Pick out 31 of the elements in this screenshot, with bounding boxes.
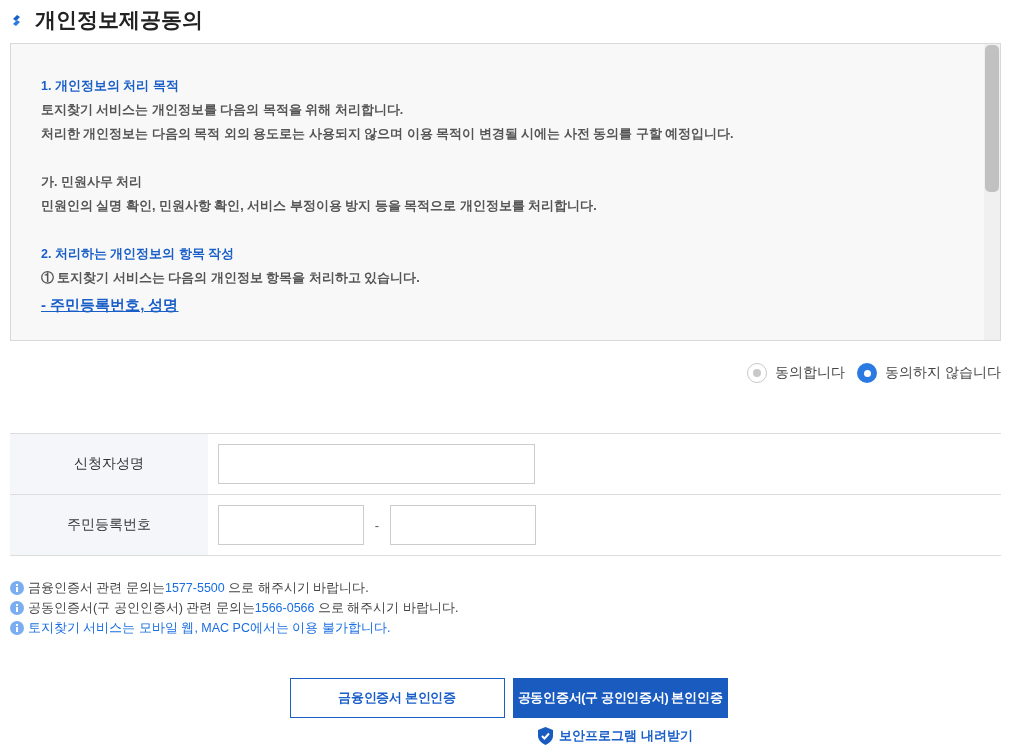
radio-icon[interactable] (857, 363, 878, 383)
separator-text: - (373, 517, 381, 533)
radio-icon[interactable] (747, 363, 768, 383)
shield-check-icon (538, 727, 554, 745)
field-label: 신청자성명 (74, 455, 144, 471)
download-link[interactable]: 보안프로그램 내려받기 (538, 727, 693, 745)
page-title: 개인정보제공동의 (35, 7, 203, 33)
body-text: 처리한 개인정보는 다음의 목적 외의 용도로는 사용되지 않으며 이용 목적이 변경될 시에는 사전 동의를 구할 예정입니다. (41, 127, 734, 141)
info-icon (10, 601, 24, 615)
verify-button[interactable]: 금융인증서 본인인증 (289, 678, 505, 718)
item-link[interactable]: - 주민등록번호, 성명 (41, 296, 179, 313)
info-icon (10, 621, 24, 635)
consent-radio[interactable]: 동의하지 않습니다 (857, 363, 1001, 383)
notice-text: 토지찾기 서비스는 모바일 웹, MAC PC에서는 이용 불가합니다. (28, 620, 391, 637)
info-icon (10, 581, 24, 595)
body-text: ① 토지찾기 서비스는 다음의 개인정보 항목을 처리하고 있습니다. (41, 271, 420, 285)
verify-button[interactable]: 공동인증서(구 공인인증서) 본인인증 (512, 678, 728, 718)
input-field[interactable] (390, 505, 536, 545)
notice-text: 금융인증서 관련 문의는1577-5500 으로 해주시기 바랍니다. (28, 580, 369, 597)
section-heading: 1. 개인정보의 처리 목적 (41, 79, 179, 93)
input-field[interactable] (218, 444, 535, 484)
consent-radio[interactable]: 동의합니다 (747, 363, 846, 383)
scrollbar[interactable] (984, 44, 1000, 340)
body-text: 가. 민원사무 처리 (41, 175, 143, 189)
field-label: 주민등록번호 (67, 516, 151, 532)
title-marker-icon (12, 14, 21, 26)
body-text: 민원인의 실명 확인, 민원사항 확인, 서비스 부정이용 방지 등을 목적으로 개인정보를 처리합니다. (41, 199, 597, 213)
body-text: 토지찾기 서비스는 개인정보를 다음의 목적을 위해 처리합니다. (41, 103, 404, 117)
notice-text: 공동인증서(구 공인인증서) 관련 문의는1566-0566 으로 해주시기 바랍니다. (28, 600, 459, 617)
section-heading: 2. 처리하는 개인정보의 항목 작성 (41, 247, 235, 261)
input-field[interactable] (218, 505, 364, 545)
